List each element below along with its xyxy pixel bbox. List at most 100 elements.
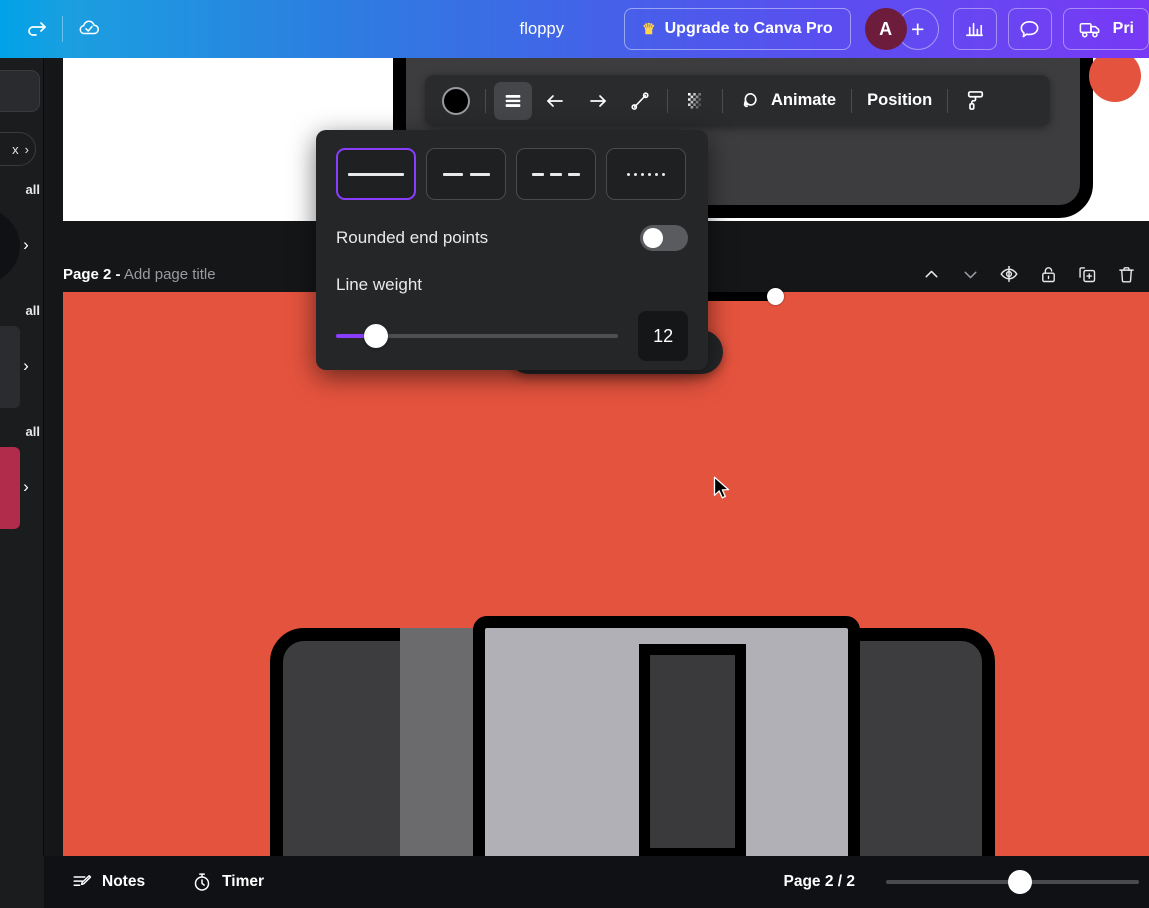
chevron-right-icon: › bbox=[24, 141, 29, 157]
dotted-preview bbox=[627, 172, 665, 176]
line-weight-input[interactable]: 12 bbox=[638, 311, 688, 361]
toolbar-divider bbox=[485, 88, 486, 113]
page-2-canvas[interactable] bbox=[63, 292, 1149, 869]
line-style-dashed-medium-option[interactable] bbox=[516, 148, 596, 200]
line-style-dotted-option[interactable] bbox=[606, 148, 686, 200]
move-page-down-button[interactable] bbox=[951, 255, 989, 293]
duplicate-page-button[interactable] bbox=[1068, 255, 1106, 293]
line-weight-row: 12 bbox=[336, 311, 688, 361]
sidebar-divider bbox=[43, 58, 44, 908]
bottom-bar: Notes Timer Page 2 / 2 bbox=[44, 856, 1149, 908]
floppy-accent-dot bbox=[1089, 58, 1141, 102]
comments-button[interactable] bbox=[1007, 8, 1052, 50]
redo-icon bbox=[28, 22, 46, 36]
rounded-end-points-label: Rounded end points bbox=[336, 228, 489, 247]
eye-slash-icon bbox=[1000, 265, 1018, 283]
notes-label: Notes bbox=[102, 873, 146, 890]
print-button[interactable]: Pri bbox=[1062, 8, 1149, 50]
sidebar-search-input[interactable] bbox=[0, 70, 40, 112]
line-end-handle[interactable] bbox=[767, 288, 784, 305]
zoom-slider-knob[interactable] bbox=[1008, 870, 1032, 894]
topbar-divider-1 bbox=[62, 16, 63, 42]
arrow-right-icon bbox=[590, 94, 606, 107]
arrow-left-icon bbox=[547, 94, 563, 107]
transparency-button[interactable] bbox=[676, 82, 714, 120]
line-weight-slider[interactable] bbox=[336, 324, 619, 348]
chevron-up-icon bbox=[925, 270, 937, 277]
transparency-icon bbox=[688, 92, 701, 109]
page-actions bbox=[912, 255, 1145, 293]
see-all-link[interactable]: all bbox=[26, 303, 40, 318]
notes-icon bbox=[73, 875, 92, 886]
lock-icon bbox=[1041, 266, 1055, 282]
top-bar: floppy ♛ Upgrade to Canva Pro A + Pri bbox=[0, 0, 1149, 58]
animate-button[interactable]: Animate bbox=[731, 82, 843, 120]
comment-bubble-icon bbox=[1020, 20, 1039, 37]
line-style-icon bbox=[505, 94, 521, 107]
page-label: Page 2 - bbox=[63, 265, 121, 283]
slider-knob[interactable] bbox=[364, 324, 388, 348]
insights-button[interactable] bbox=[952, 8, 997, 50]
floppy-slot bbox=[639, 644, 746, 859]
line-style-options bbox=[336, 148, 688, 200]
saved-status-button[interactable] bbox=[69, 9, 109, 49]
scroll-right-button[interactable]: › bbox=[12, 352, 40, 380]
solid-line-preview bbox=[348, 172, 404, 176]
line-color-button[interactable] bbox=[435, 82, 477, 120]
mouse-cursor bbox=[713, 476, 730, 499]
see-all-link[interactable]: all bbox=[26, 424, 40, 439]
line-style-solid-option[interactable] bbox=[336, 148, 416, 200]
line-color-swatch bbox=[442, 86, 470, 115]
toolbar-divider bbox=[667, 88, 668, 113]
paint-roller-icon bbox=[968, 91, 984, 110]
redo-button[interactable] bbox=[16, 9, 56, 49]
duplicate-icon bbox=[1078, 266, 1095, 282]
document-title[interactable]: floppy bbox=[520, 20, 565, 39]
page-count-label: Page 2 / 2 bbox=[783, 873, 855, 890]
sidebar-section: all › bbox=[0, 303, 42, 408]
line-style-button[interactable] bbox=[494, 81, 532, 120]
rounded-end-points-row: Rounded end points bbox=[336, 225, 688, 251]
see-all-link[interactable]: all bbox=[26, 182, 40, 197]
trash-icon bbox=[1118, 266, 1134, 283]
sidebar-chip-label: x bbox=[12, 141, 19, 157]
page-title-row[interactable]: Page 2 - Add page title bbox=[63, 266, 216, 283]
avatar[interactable]: A bbox=[864, 8, 907, 50]
page-title-placeholder[interactable]: Add page title bbox=[124, 266, 216, 283]
upgrade-to-pro-button[interactable]: ♛ Upgrade to Canva Pro bbox=[624, 8, 851, 50]
bottombar-left-stub bbox=[0, 856, 44, 908]
line-type-button[interactable] bbox=[621, 82, 659, 120]
end-arrow-button[interactable] bbox=[578, 82, 618, 120]
sidebar-thumb-row: › bbox=[0, 205, 42, 287]
dashed-long-preview bbox=[442, 172, 490, 176]
start-arrow-button[interactable] bbox=[535, 82, 575, 120]
notes-button[interactable]: Notes bbox=[60, 864, 156, 900]
hide-page-button[interactable] bbox=[990, 255, 1028, 293]
bar-chart-icon bbox=[966, 22, 984, 36]
chevron-down-icon bbox=[964, 271, 976, 278]
line-weight-label: Line weight bbox=[336, 275, 423, 294]
toggle-knob bbox=[643, 228, 663, 248]
position-button[interactable]: Position bbox=[860, 82, 939, 120]
copy-style-button[interactable] bbox=[956, 82, 995, 120]
sidebar-section: all › bbox=[0, 182, 42, 287]
rounded-end-points-toggle[interactable] bbox=[640, 225, 688, 251]
move-page-up-button[interactable] bbox=[912, 255, 950, 293]
delete-page-button[interactable] bbox=[1107, 255, 1145, 293]
cloud-check-icon bbox=[79, 20, 99, 35]
zoom-slider[interactable] bbox=[886, 870, 1139, 894]
lock-page-button[interactable] bbox=[1029, 255, 1067, 293]
canva-editor-window: floppy ♛ Upgrade to Canva Pro A + Pri x … bbox=[0, 0, 1149, 908]
sidebar-thumb-row: › bbox=[0, 326, 42, 408]
line-style-popup: Rounded end points Line weight 12 bbox=[316, 130, 708, 370]
crown-icon: ♛ bbox=[642, 20, 656, 38]
scroll-right-button[interactable]: › bbox=[12, 473, 40, 501]
object-toolbar: Animate Position bbox=[425, 75, 1050, 126]
stopwatch-icon bbox=[194, 873, 210, 891]
line-style-dashed-long-option[interactable] bbox=[426, 148, 506, 200]
timer-button[interactable]: Timer bbox=[180, 864, 275, 900]
avatar-initial: A bbox=[879, 18, 893, 39]
scroll-right-button[interactable]: › bbox=[12, 231, 40, 259]
plus-icon: + bbox=[910, 15, 925, 42]
sidebar-filter-chip[interactable]: x › bbox=[0, 132, 36, 166]
